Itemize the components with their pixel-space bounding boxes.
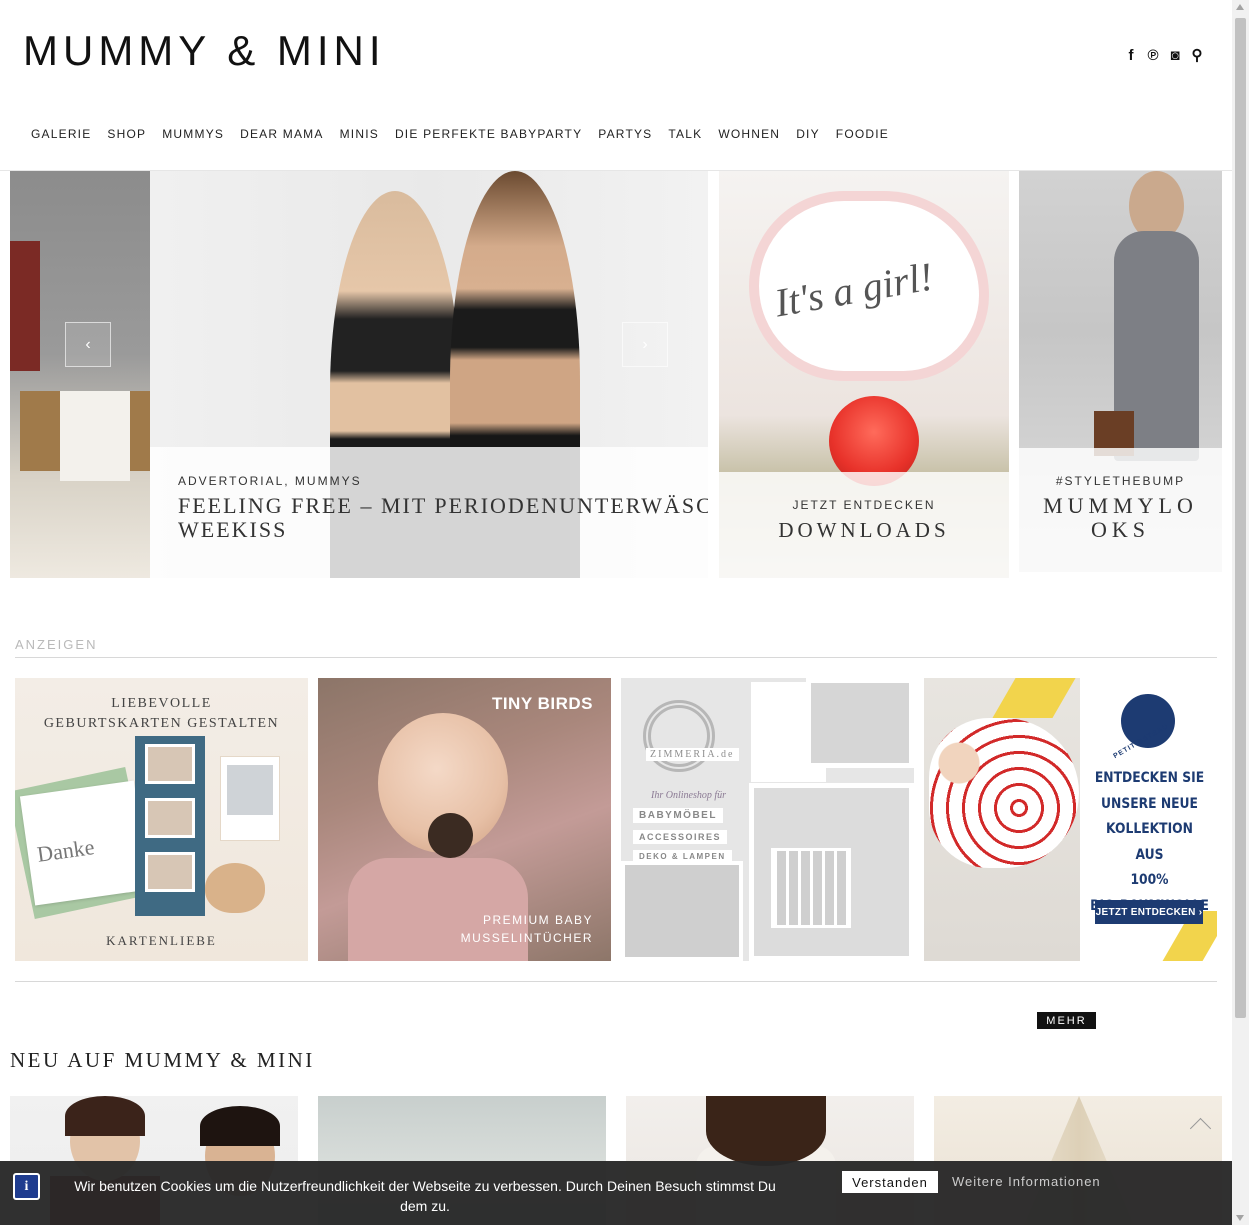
mummylooks-tile[interactable]: #STYLETHEBUMP MUMMYLOOKS	[1019, 171, 1222, 572]
wooden-bird-toy	[205, 863, 265, 913]
cookie-more-info-link[interactable]: Weitere Informationen	[952, 1174, 1101, 1189]
nav-item-shop[interactable]: SHOP	[99, 127, 154, 141]
slide-title-line: FEELING FREE – MIT PERIODENUNTERWÄSCHE V	[178, 493, 708, 518]
mummylooks-title[interactable]: MUMMYLOOKS	[1019, 494, 1222, 542]
ad-cta-button[interactable]: JETZT ENTDECKEN ›	[1095, 900, 1203, 924]
slide-title-line: WEEKISS	[178, 517, 288, 542]
slide-title[interactable]: FEELING FREE – MIT PERIODENUNTERWÄSCHE V…	[178, 493, 708, 542]
ad-headline: ENTDECKEN SIE UNSERE NEUE KOLLEKTION AUS…	[1090, 766, 1209, 919]
ad-headline-line: GEBURTSKARTEN GESTALTEN	[43, 716, 280, 731]
ad-headline-line: UNSERE NEUE	[1101, 795, 1198, 812]
mummylooks-category[interactable]: #STYLETHEBUMP	[1019, 474, 1222, 488]
ad-headline-line: KOLLEKTION AUS	[1106, 821, 1193, 863]
ad-label: BABYMÖBEL	[633, 808, 723, 823]
cookie-text: Wir benutzen Cookies um die Nutzerfreund…	[74, 1178, 776, 1214]
section-title: NEU AUF MUMMY & MINI	[10, 1048, 315, 1072]
info-icon: i	[13, 1173, 40, 1200]
ad-brand: TINY BIRDS	[491, 694, 593, 713]
ads-heading: ANZEIGEN	[15, 637, 98, 652]
downloads-caption: JETZT ENTDECKEN DOWNLOADS	[719, 472, 1009, 578]
ad-tagline-line: PREMIUM BABY	[482, 913, 593, 927]
post-image-detail	[65, 1096, 145, 1136]
post-image-detail	[706, 1096, 826, 1166]
search-icon[interactable]: ⚲	[1190, 46, 1204, 64]
facebook-icon[interactable]: f	[1124, 47, 1138, 64]
slider-next-button[interactable]: ›	[622, 322, 668, 367]
ad-photo	[145, 798, 195, 838]
ad-zimmeria[interactable]: ZIMMERIA.de Ihr Onlineshop für BABYMÖBEL…	[621, 678, 914, 961]
pacifier-icon	[428, 813, 473, 858]
ad-kartenliebe[interactable]: LIEBEVOLLE GEBURTSKARTEN GESTALTEN Danke…	[15, 678, 308, 961]
scrollbar[interactable]	[1232, 0, 1249, 1225]
ad-photo	[145, 744, 195, 784]
ad-headline-line: ENTDECKEN SIE	[1094, 770, 1205, 786]
ad-photo	[806, 678, 914, 768]
ad-photo	[145, 852, 195, 892]
nav-item-mummys[interactable]: MUMMYS	[154, 127, 232, 141]
slide-image-detail	[60, 391, 130, 481]
nav-item-wohnen[interactable]: WOHNEN	[710, 127, 788, 141]
instagram-icon[interactable]: ◙	[1168, 47, 1182, 64]
ad-tagline: PREMIUM BABY MUSSELINTÜCHER	[461, 911, 593, 947]
chevron-right-icon: ›	[642, 335, 648, 353]
scrollbar-thumb[interactable]	[1235, 18, 1246, 1018]
nav-item-diy[interactable]: DIY	[788, 127, 828, 141]
ad-label: ACCESSOIRES	[633, 830, 728, 844]
ad-baby-image	[929, 718, 1079, 868]
pinterest-icon[interactable]: ℗	[1146, 47, 1160, 64]
divider	[15, 981, 1217, 982]
nav-item-foodie[interactable]: FOODIE	[828, 127, 897, 141]
chevron-left-icon: ‹	[85, 335, 91, 353]
slide-featured[interactable]: ADVERTORIAL, MUMMYS FEELING FREE – MIT P…	[150, 171, 708, 578]
ad-photo	[227, 765, 273, 815]
slider-prev-button[interactable]: ‹	[65, 322, 111, 367]
nav-item-minis[interactable]: MINIS	[332, 127, 387, 141]
post-image-detail	[200, 1106, 280, 1146]
slide-previous[interactable]	[10, 171, 150, 578]
ad-petitbateau[interactable]: PETIT BATEAU ENTDECKEN SIE UNSERE NEUE K…	[924, 678, 1217, 961]
main-nav: GALERIE SHOP MUMMYS DEAR MAMA MINIS DIE …	[23, 127, 897, 141]
zimmeria-logo	[643, 700, 715, 772]
ad-photo	[621, 861, 743, 961]
social-icons: f ℗ ◙ ⚲	[1124, 46, 1204, 65]
crib-image	[771, 848, 851, 928]
scroll-down-icon[interactable]	[1236, 1215, 1244, 1221]
slide-image-detail	[10, 241, 40, 371]
slide-category[interactable]: ADVERTORIAL, MUMMYS	[178, 474, 680, 488]
downloads-tile[interactable]: It's a girl! JETZT ENTDECKEN DOWNLOADS	[719, 171, 1009, 578]
ad-headline-line: LIEBEVOLLE	[111, 696, 212, 711]
nav-item-partys[interactable]: PARTYS	[590, 127, 660, 141]
ad-headline: LIEBEVOLLE GEBURTSKARTEN GESTALTEN	[15, 694, 308, 734]
downloads-category[interactable]: JETZT ENTDECKEN	[719, 498, 1009, 512]
featured-slider: ADVERTORIAL, MUMMYS FEELING FREE – MIT P…	[10, 171, 1222, 578]
ad-tinybirds[interactable]: TINY BIRDS PREMIUM BABY MUSSELINTÜCHER	[318, 678, 611, 961]
ad-label: DEKO & LAMPEN	[633, 850, 732, 863]
cookie-banner: i Wir benutzen Cookies um die Nutzerfreu…	[0, 1161, 1232, 1225]
slide-caption: ADVERTORIAL, MUMMYS FEELING FREE – MIT P…	[150, 447, 708, 578]
scroll-to-top-icon[interactable]	[1188, 1114, 1216, 1134]
site-logo[interactable]: MUMMY & MINI	[23, 27, 386, 75]
ad-brand: ZIMMERIA.de	[646, 748, 739, 761]
ad-photo-strip	[135, 736, 205, 916]
cookie-accept-button[interactable]: Verstanden	[842, 1171, 938, 1193]
nav-item-talk[interactable]: TALK	[660, 127, 710, 141]
nav-item-dear-mama[interactable]: DEAR MAMA	[232, 127, 331, 141]
more-button[interactable]: MEHR	[1037, 1012, 1096, 1029]
ad-tagline: Ihr Onlineshop für	[651, 790, 726, 801]
ad-headline-line: 100%	[1130, 872, 1169, 888]
ad-brand: KARTENLIEBE	[106, 933, 217, 948]
mummylooks-caption: #STYLETHEBUMP MUMMYLOOKS	[1019, 448, 1222, 572]
site-header: MUMMY & MINI f ℗ ◙ ⚲ GALERIE SHOP MUMMYS…	[0, 0, 1232, 171]
divider	[15, 657, 1217, 658]
ad-tagline-line: MUSSELINTÜCHER	[460, 931, 593, 945]
ad-card-small	[220, 756, 280, 841]
downloads-title[interactable]: DOWNLOADS	[719, 518, 1009, 543]
scroll-up-icon[interactable]	[1236, 4, 1244, 10]
nav-item-babyparty[interactable]: DIE PERFEKTE BABYPARTY	[387, 127, 590, 141]
nav-item-galerie[interactable]: GALERIE	[23, 127, 99, 141]
